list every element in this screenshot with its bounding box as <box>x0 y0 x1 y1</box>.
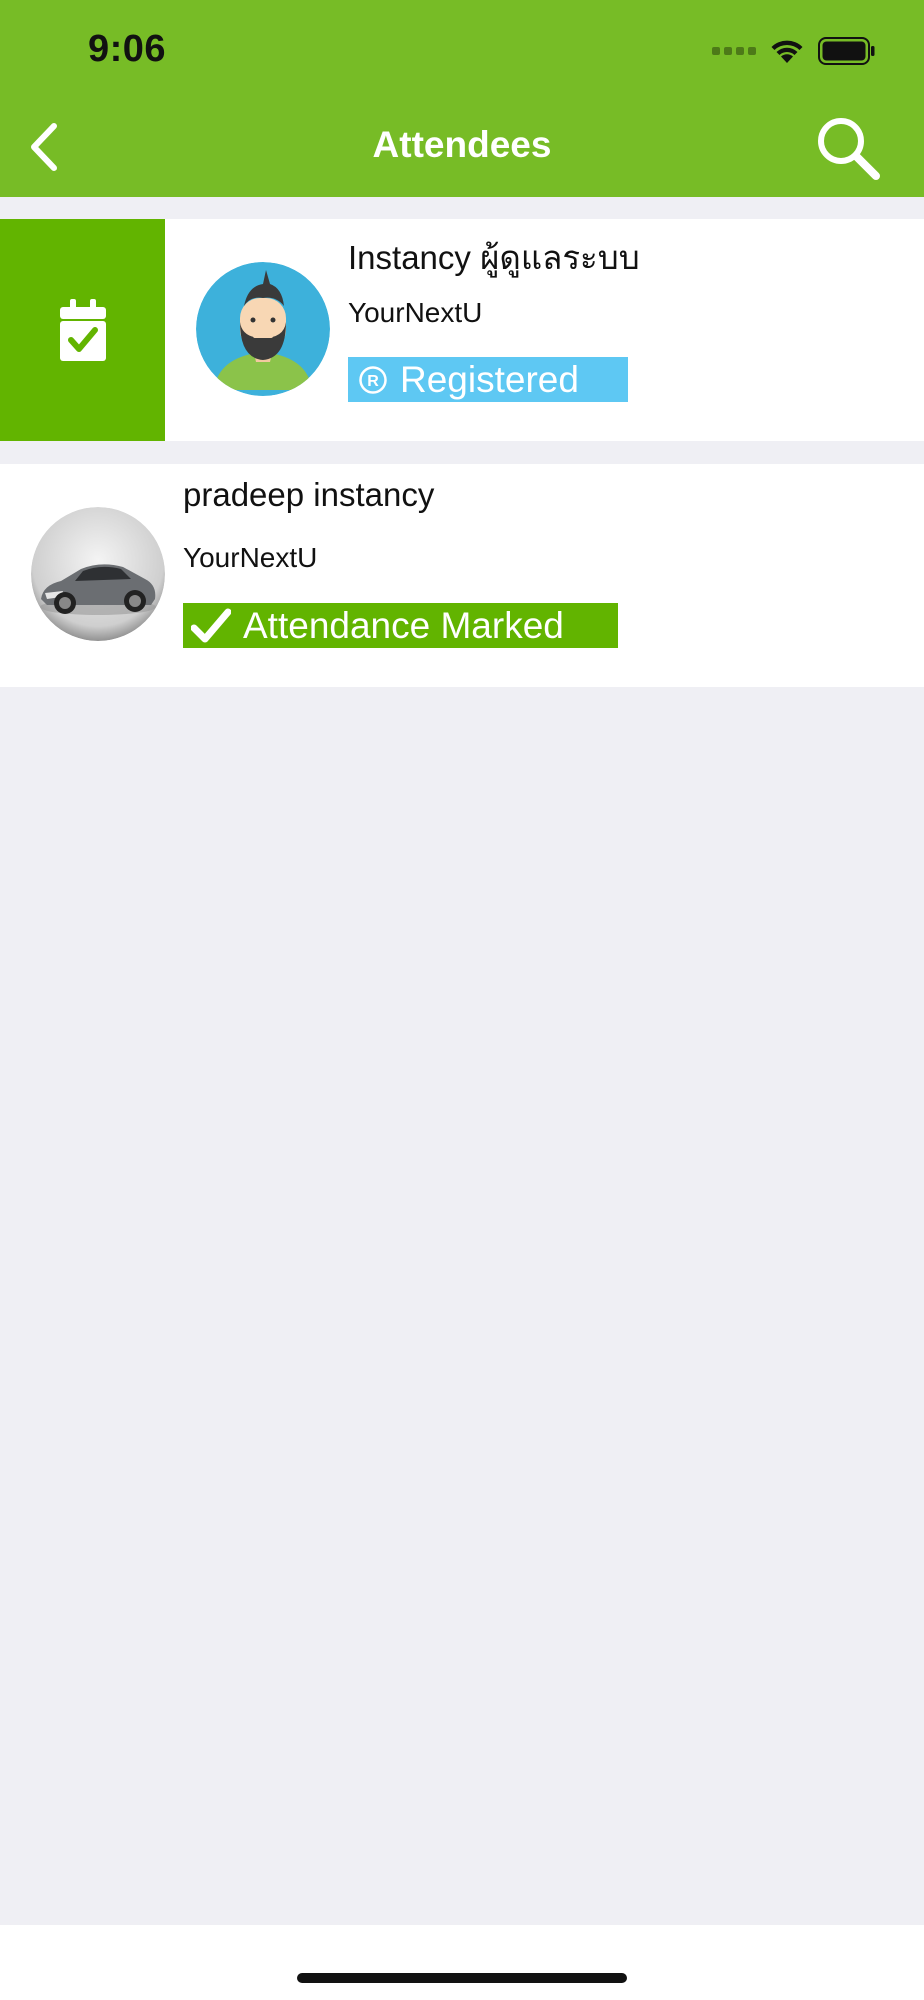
attendee-organization: YourNextU <box>183 542 318 573</box>
avatar <box>31 507 165 641</box>
registered-icon: R <box>358 365 388 395</box>
attendee-name: Instancy ผู้ดูแลระบบ <box>348 239 640 276</box>
calendar-check-icon <box>59 299 106 361</box>
search-icon <box>818 118 880 180</box>
attendee-row[interactable]: pradeep instancy YourNextU Attendance Ma… <box>0 464 924 687</box>
status-indicators <box>712 34 876 68</box>
status-badge: Attendance Marked <box>183 603 618 648</box>
status-badge: R Registered <box>348 357 628 402</box>
car-photo-avatar <box>31 507 165 641</box>
wifi-icon <box>771 40 803 63</box>
checkmark-icon <box>191 608 231 644</box>
page-title: Attendees <box>372 124 552 165</box>
home-indicator[interactable] <box>297 1973 627 1983</box>
avatar <box>196 262 330 396</box>
battery-icon <box>818 37 875 65</box>
navigation-header: 9:06 Attendees <box>0 0 924 197</box>
status-label: Attendance Marked <box>243 604 564 646</box>
home-indicator-area <box>0 1925 924 2000</box>
status-time: 9:06 <box>88 28 167 70</box>
mark-attendance-action[interactable] <box>0 219 165 441</box>
search-button[interactable] <box>812 112 882 182</box>
svg-text:R: R <box>367 373 379 390</box>
attendee-name: pradeep instancy <box>183 476 435 513</box>
attendee-row[interactable]: Instancy ผู้ดูแลระบบ YourNextU R Registe… <box>0 219 924 441</box>
status-label: Registered <box>400 358 579 400</box>
bearded-man-avatar <box>196 262 330 396</box>
cellular-signal-icon <box>712 47 756 55</box>
attendee-organization: YourNextU <box>348 297 483 328</box>
